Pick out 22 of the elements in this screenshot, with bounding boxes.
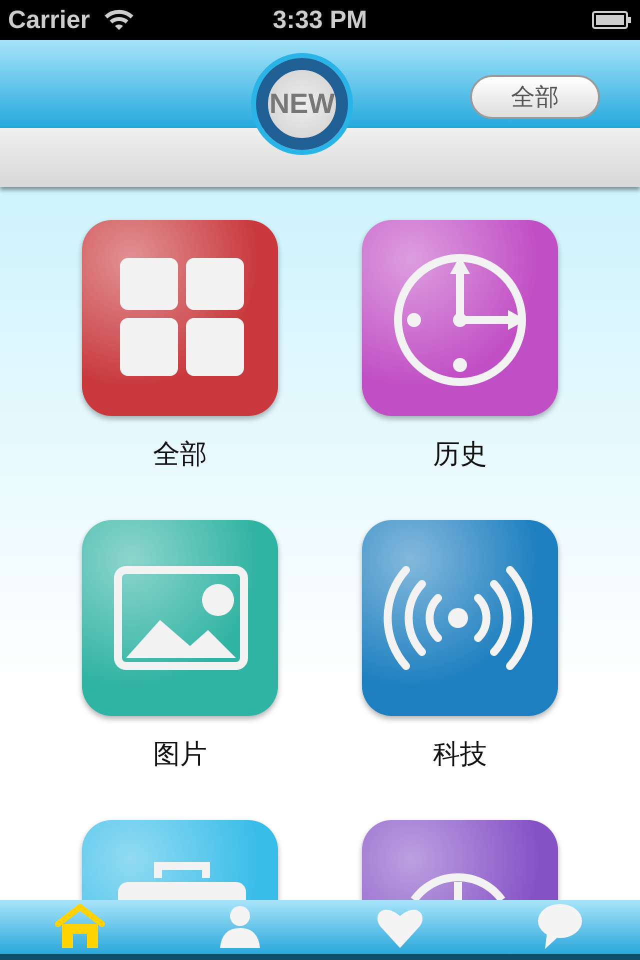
- clock-time: 3:33 PM: [272, 6, 368, 34]
- all-filter-button[interactable]: 全部: [470, 75, 600, 119]
- category-tile[interactable]: [82, 220, 278, 416]
- category-tile[interactable]: [362, 520, 558, 716]
- category-label: 图片: [153, 738, 207, 772]
- battery-icon: [592, 11, 632, 29]
- carrier-label: Carrier: [8, 6, 90, 34]
- wifi-icon: [104, 9, 134, 31]
- category-label: 科技: [433, 738, 487, 772]
- signal-icon: [384, 566, 532, 670]
- category-label: 历史: [433, 438, 487, 472]
- category-tile[interactable]: [82, 520, 278, 716]
- briefcase-icon: [118, 862, 246, 900]
- peace-icon: [410, 873, 506, 900]
- grid-icon: [120, 258, 244, 376]
- home-icon: [55, 904, 105, 950]
- image-icon: [114, 566, 248, 670]
- speech-bubble-icon: [537, 903, 583, 951]
- category-label: 全部: [153, 438, 207, 472]
- person-icon: [218, 904, 262, 950]
- category-tile[interactable]: [362, 220, 558, 416]
- clock-icon: [394, 254, 526, 386]
